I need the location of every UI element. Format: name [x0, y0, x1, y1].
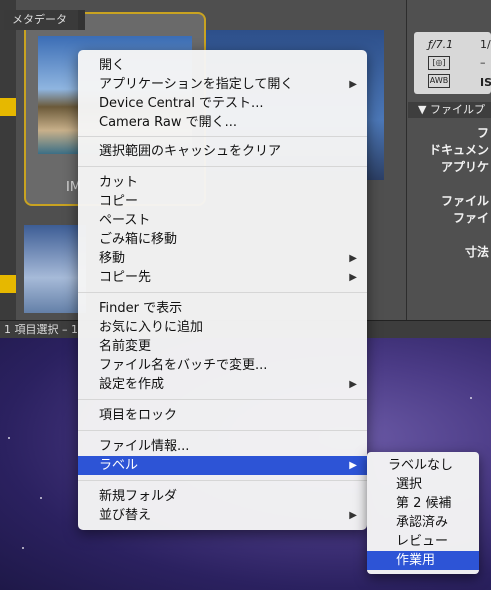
submenu-arrow-icon: ▶	[349, 379, 357, 390]
menu-item-label: Device Central でテスト...	[99, 96, 264, 111]
menu-item-label: コピー先	[99, 270, 152, 285]
menu-item-lock[interactable]: 項目をロック	[78, 406, 367, 425]
menu-item-batch-rename[interactable]: ファイル名をバッチで変更...	[78, 356, 367, 375]
label-option-to-do[interactable]: 作業用	[367, 551, 479, 570]
menu-item-label: ペースト	[99, 213, 151, 228]
label-option-review[interactable]: レビュー	[367, 532, 479, 551]
menu-item-label: 並び替え	[99, 508, 152, 523]
menu-item-reveal-in-finder[interactable]: Finder で表示	[78, 299, 367, 318]
menu-separator	[78, 399, 367, 400]
label-option-text: 作業用	[396, 553, 436, 568]
menu-item-label: 設定を作成	[99, 377, 165, 392]
menu-separator	[78, 292, 367, 293]
metadata-row-label: ドキュメン	[428, 143, 489, 157]
menu-separator	[78, 166, 367, 167]
submenu-arrow-icon: ▶	[349, 253, 357, 264]
metadata-row-label: フ	[476, 126, 489, 140]
menu-item-copy-to[interactable]: コピー先 ▶	[78, 268, 367, 287]
menu-item-label: アプリケーションを指定して開く	[99, 77, 294, 92]
star	[470, 397, 472, 399]
label-option-text: レビュー	[396, 534, 449, 549]
menu-item-file-info[interactable]: ファイル情報...	[78, 437, 367, 456]
menu-item-label: Finder で表示	[99, 301, 183, 316]
menu-item-label: 名前変更	[99, 339, 152, 354]
panel-tab-marker[interactable]	[0, 98, 16, 116]
context-menu: 開く アプリケーションを指定して開く ▶ Device Central でテスト.…	[78, 50, 367, 530]
metadata-row-label: ファイ	[452, 211, 489, 225]
metadata-row-label: アプリケ	[440, 160, 489, 174]
menu-item-cut[interactable]: カット	[78, 173, 367, 192]
menu-item-move[interactable]: 移動 ▶	[78, 249, 367, 268]
menu-item-label: 新規フォルダ	[99, 489, 178, 504]
menu-item-new-folder[interactable]: 新規フォルダ	[78, 487, 367, 506]
menu-item-move-to-trash[interactable]: ごみ箱に移動	[78, 230, 367, 249]
star	[22, 547, 24, 549]
label-option-text: 承認済み	[396, 515, 449, 530]
menu-item-label: ファイル情報...	[99, 439, 190, 454]
left-panel-strip	[0, 0, 17, 320]
iso-value: ISO	[480, 76, 491, 89]
submenu-arrow-icon: ▶	[349, 510, 357, 521]
label-submenu: ラベルなし 選択 第 2 候補 承認済み レビュー 作業用	[367, 452, 479, 574]
menu-item-device-central[interactable]: Device Central でテスト...	[78, 94, 367, 113]
menu-item-label: Camera Raw で開く...	[99, 115, 238, 130]
section-title: ファイルプ	[429, 103, 485, 116]
menu-separator	[78, 430, 367, 431]
menu-item-clear-cache[interactable]: 選択範囲のキャッシュをクリア	[78, 142, 367, 161]
disclosure-triangle-icon: ▼	[418, 103, 430, 116]
label-option-second[interactable]: 第 2 候補	[367, 494, 479, 513]
tab-metadata[interactable]: メタデータ	[4, 10, 82, 30]
menu-item-label: 移動	[99, 251, 126, 266]
label-option-none[interactable]: ラベルなし	[367, 456, 479, 475]
label-option-select[interactable]: 選択	[367, 475, 479, 494]
menu-item-label: カット	[99, 175, 139, 190]
menu-item-label: 項目をロック	[99, 408, 178, 423]
menu-item-label: 選択範囲のキャッシュをクリア	[99, 144, 282, 159]
menu-item-label: ごみ箱に移動	[99, 232, 178, 247]
thumbnail-image[interactable]	[24, 225, 86, 313]
menu-separator	[78, 136, 367, 137]
menu-item-label: お気に入りに追加	[99, 320, 204, 335]
menu-item-sort[interactable]: 並び替え ▶	[78, 506, 367, 525]
metering-icon: [◎]	[428, 56, 450, 70]
submenu-arrow-icon: ▶	[349, 79, 357, 90]
menu-item-label: コピー	[99, 194, 139, 209]
panel-tab-marker[interactable]	[0, 275, 16, 293]
file-properties-header[interactable]: ▼ ファイルプ	[408, 102, 491, 118]
metadata-row-label: ファイル	[440, 194, 489, 208]
metadata-row-label: 寸法	[464, 245, 489, 259]
white-balance-icon: AWB	[428, 74, 450, 88]
menu-item-add-favorite[interactable]: お気に入りに追加	[78, 318, 367, 337]
menu-item-label-submenu[interactable]: ラベル ▶	[78, 456, 367, 475]
menu-item-label: ラベル	[99, 458, 139, 473]
menu-item-camera-raw[interactable]: Camera Raw で開く...	[78, 113, 367, 132]
star	[40, 497, 42, 499]
menu-item-copy[interactable]: コピー	[78, 192, 367, 211]
exposure-value: –	[480, 56, 486, 69]
menu-item-label: ファイル名をバッチで変更...	[99, 358, 268, 373]
menu-item-rename[interactable]: 名前変更	[78, 337, 367, 356]
label-option-text: 第 2 候補	[396, 496, 452, 511]
star	[8, 437, 10, 439]
menu-item-label: 開く	[99, 58, 126, 73]
submenu-arrow-icon: ▶	[349, 272, 357, 283]
tab-keywords[interactable]	[78, 10, 85, 30]
shutter-value: 1/	[480, 38, 491, 51]
menu-separator	[78, 480, 367, 481]
status-text: 1 項目選択 – 1	[4, 323, 78, 336]
label-option-approved[interactable]: 承認済み	[367, 513, 479, 532]
menu-item-paste[interactable]: ペースト	[78, 211, 367, 230]
menu-item-open[interactable]: 開く	[78, 56, 367, 75]
label-option-text: 選択	[396, 477, 423, 492]
submenu-arrow-icon: ▶	[349, 460, 357, 471]
label-option-text: ラベルなし	[388, 458, 454, 473]
menu-item-create-settings[interactable]: 設定を作成 ▶	[78, 375, 367, 394]
aperture-value: ƒ/7.1	[428, 38, 454, 51]
camera-metadata-box: ƒ/7.1 1/ [◎] – AWB ISO	[414, 32, 491, 94]
menu-item-open-with[interactable]: アプリケーションを指定して開く ▶	[78, 75, 367, 94]
